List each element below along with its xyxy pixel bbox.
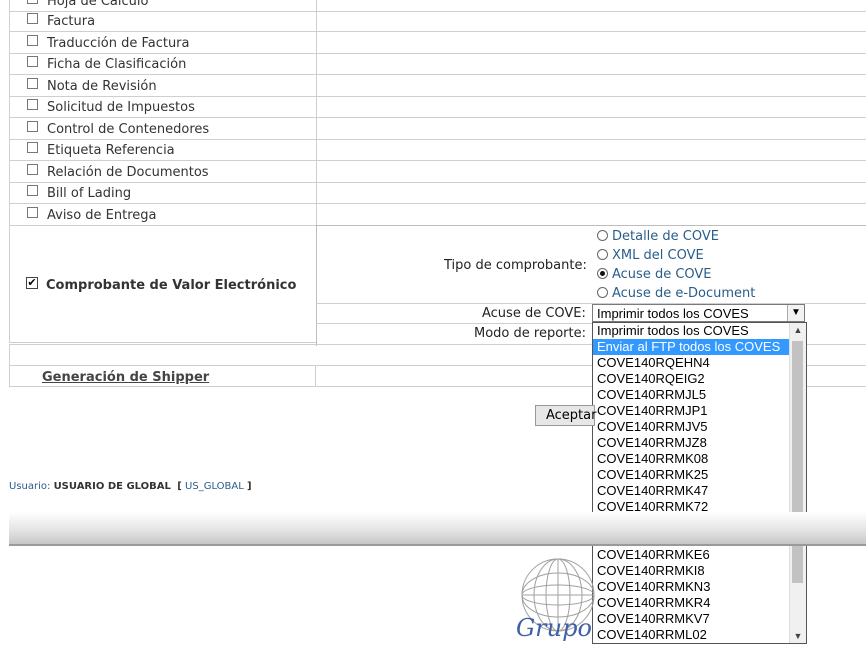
dropdown-option[interactable]: COVE140RRMKI8 [593, 563, 806, 579]
checklist-cell: Ficha de Clasificación [9, 53, 317, 74]
dropdown-option[interactable]: COVE140RRMJL5 [593, 387, 806, 403]
dropdown-option[interactable]: COVE140RRMK47 [593, 483, 806, 499]
aceptar-button[interactable]: Aceptar [535, 405, 596, 426]
checklist-row: Aviso de Entrega [9, 204, 866, 226]
checklist-cell: Bill of Lading [9, 182, 317, 203]
checklist-cell: Factura [9, 10, 317, 31]
user-code: US_GLOBAL [185, 481, 244, 492]
checklist-checkbox[interactable] [27, 0, 38, 4]
generacion-shipper-link[interactable]: Generación de Shipper [42, 370, 209, 385]
radio-label[interactable]: XML del COVE [612, 248, 704, 263]
acuse-cove-select-value: Imprimir todos los COVES [597, 306, 749, 321]
checklist-label: Ficha de Clasificación [47, 57, 187, 72]
radio-button[interactable] [597, 268, 608, 279]
checklist-label: Etiqueta Referencia [47, 143, 175, 158]
checklist-cell: Aviso de Entrega [9, 204, 317, 225]
checklist-label: Traducción de Factura [47, 36, 190, 51]
user-key: Usuario: [9, 481, 51, 492]
user-info: Usuario: USUARIO DE GLOBAL [ US_GLOBAL ] [9, 481, 252, 492]
checklist-checkbox[interactable] [27, 99, 38, 110]
company-logo-text: Grupo [516, 614, 592, 642]
checklist-row: Ficha de Clasificación [9, 53, 866, 75]
checklist-checkbox[interactable] [27, 121, 38, 132]
checklist-label: Solicitud de Impuestos [47, 100, 195, 115]
chevron-down-icon[interactable]: ▼ [787, 305, 804, 321]
dropdown-options: Imprimir todos los COVES Enviar al FTP to… [593, 323, 806, 643]
user-bracket-open: [ [177, 481, 182, 492]
checklist-checkbox[interactable] [27, 78, 38, 89]
checklist-label: Factura [47, 14, 96, 29]
footer-bar [9, 512, 866, 546]
checklist-row: Etiqueta Referencia [9, 139, 866, 161]
dropdown-option[interactable]: COVE140RQEHN4 [593, 355, 806, 371]
cove-label: Comprobante de Valor Electrónico [46, 278, 297, 293]
dropdown-option[interactable]: Imprimir todos los COVES [593, 323, 806, 339]
checklist-row: Factura [9, 10, 866, 32]
acuse-cove-select[interactable]: Imprimir todos los COVES ▼ [592, 304, 805, 322]
scroll-up-icon[interactable]: ▲ [790, 323, 806, 337]
checklist-row: Nota de Revisión [9, 75, 866, 97]
radio-label[interactable]: Acuse de COVE [612, 267, 712, 282]
dropdown-option[interactable]: COVE140RRML02 [593, 627, 806, 643]
dropdown-option[interactable]: COVE140RRMJV5 [593, 419, 806, 435]
dropdown-option[interactable]: COVE140RRMKN3 [593, 579, 806, 595]
checklist-label: Hoja de Cálculo [47, 0, 149, 9]
divider [315, 365, 316, 386]
checklist-cell: Control de Contenedores [9, 118, 317, 139]
scrollbar-thumb[interactable] [792, 341, 803, 583]
radio-button[interactable] [597, 287, 608, 298]
user-name: USUARIO DE GLOBAL [53, 481, 171, 492]
user-bracket-close: ] [247, 481, 252, 492]
acuse-cove-dropdown-list[interactable]: Imprimir todos los COVES Enviar al FTP to… [592, 322, 807, 644]
checklist-label: Bill of Lading [47, 186, 132, 201]
dropdown-option[interactable]: COVE140RRMJP1 [593, 403, 806, 419]
checklist-label: Relación de Documentos [47, 165, 209, 180]
checklist-checkbox[interactable] [27, 142, 38, 153]
radio-label[interactable]: Acuse de e-Document [612, 286, 755, 301]
checklist-row: Relación de Documentos [9, 161, 866, 183]
checklist-checkbox[interactable] [27, 164, 38, 175]
checklist-checkbox[interactable] [27, 13, 38, 24]
checklist-checkbox[interactable] [27, 185, 38, 196]
checklist-label: Nota de Revisión [47, 79, 157, 94]
dropdown-option[interactable]: COVE140RQEIG2 [593, 371, 806, 387]
checklist-row: Bill of Lading [9, 182, 866, 204]
radio-button[interactable] [597, 230, 608, 241]
checklist-row: Solicitud de Impuestos [9, 96, 866, 118]
radio-button[interactable] [597, 249, 608, 260]
checklist-checkbox[interactable] [27, 35, 38, 46]
checklist-cell: Relación de Documentos [9, 161, 317, 182]
checklist-cell: Traducción de Factura [9, 32, 317, 53]
dropdown-option[interactable]: COVE140RRMKV7 [593, 611, 806, 627]
dropdown-option[interactable]: COVE140RRMKR4 [593, 595, 806, 611]
checklist-cell: Nota de Revisión [9, 75, 317, 96]
checklist-label: Aviso de Entrega [47, 208, 157, 223]
dropdown-option[interactable]: COVE140RRMK25 [593, 467, 806, 483]
checklist-cell: Solicitud de Impuestos [9, 96, 317, 117]
cove-checkbox[interactable]: ✔ [26, 277, 38, 289]
dropdown-option[interactable]: COVE140RRMJZ8 [593, 435, 806, 451]
acuse-cove-label: Acuse de COVE: [482, 306, 586, 321]
dropdown-option[interactable]: COVE140RRMKE6 [593, 547, 806, 563]
dropdown-option[interactable]: COVE140RRMK08 [593, 451, 806, 467]
divider [316, 323, 592, 324]
radio-label[interactable]: Detalle de COVE [612, 229, 719, 244]
scroll-down-icon[interactable]: ▼ [790, 629, 806, 643]
checklist-checkbox[interactable] [27, 56, 38, 67]
dropdown-option[interactable]: Enviar al FTP todos los COVES [593, 339, 806, 355]
checklist-label: Control de Contenedores [47, 122, 210, 137]
tipo-comprobante-label: Tipo de comprobante: [444, 258, 587, 273]
dropdown-scrollbar[interactable]: ▲ ▼ [789, 323, 806, 643]
modo-reporte-label: Modo de reporte: [474, 326, 586, 341]
checklist-checkbox[interactable] [27, 207, 38, 218]
checklist-row: Traducción de Factura [9, 32, 866, 54]
checklist-row: Control de Contenedores [9, 118, 866, 140]
divider [9, 344, 10, 386]
checklist-cell: Etiqueta Referencia [9, 139, 317, 160]
